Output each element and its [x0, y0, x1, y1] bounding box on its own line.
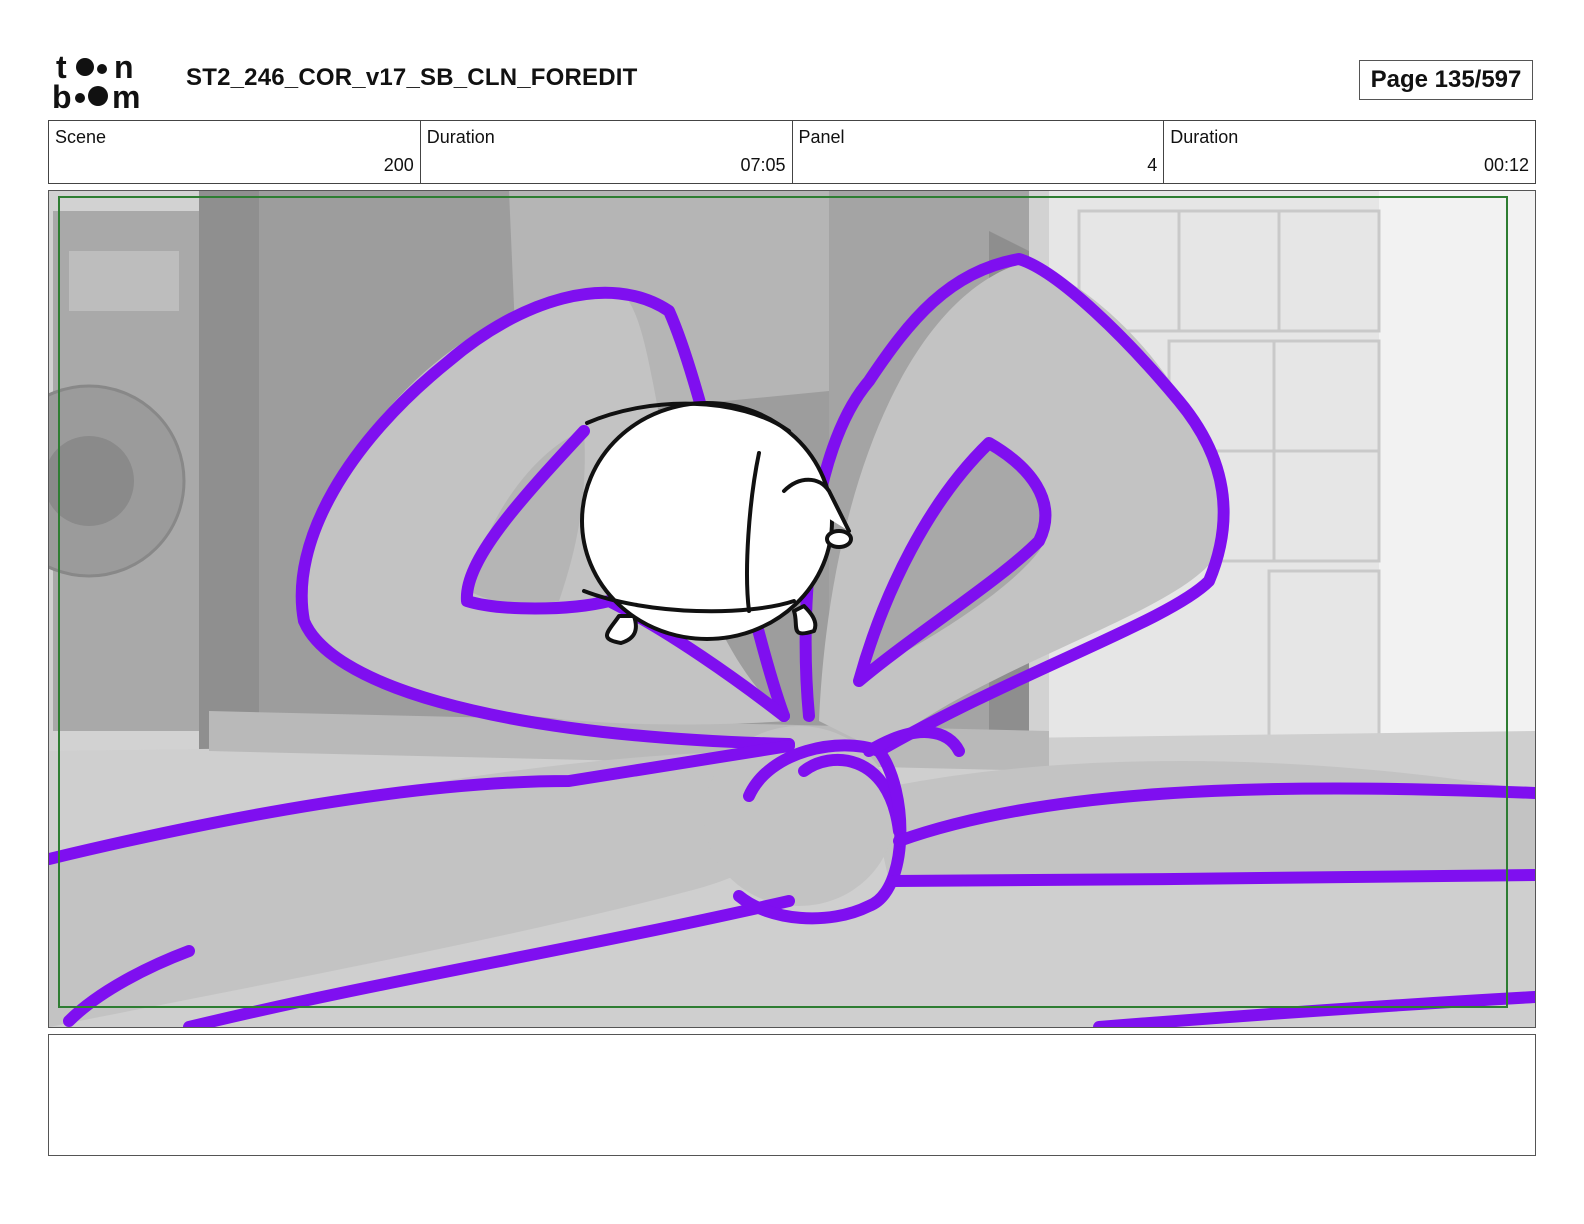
scene-label: Scene: [55, 127, 107, 147]
panel-value: 4: [1147, 155, 1158, 175]
scene-cell: Scene 200: [49, 121, 420, 183]
storyboard-panel: [48, 190, 1536, 1028]
panel-drawing: [49, 191, 1535, 1027]
scene-duration-cell: Duration 07:05: [419, 121, 792, 183]
panel-notes: [48, 1034, 1536, 1156]
panel-duration-label: Duration: [1170, 127, 1239, 147]
svg-text:b: b: [52, 79, 72, 112]
panel-duration-cell: Duration 00:12: [1163, 121, 1535, 183]
svg-text:m: m: [112, 79, 140, 112]
document-title: ST2_246_COR_v17_SB_CLN_FOREDIT: [186, 64, 638, 91]
panel-cell: Panel 4: [791, 121, 1164, 183]
toon-boom-logo: t n b m: [52, 50, 140, 112]
panel-label: Panel: [798, 127, 845, 147]
panel-duration-value: 00:12: [1483, 155, 1529, 175]
page-indicator: Page 135/597: [1359, 60, 1533, 100]
scene-info-table: Scene 200 Duration 07:05 Panel 4 Duratio…: [48, 120, 1536, 184]
scene-value: 200: [383, 155, 414, 175]
scene-duration-label: Duration: [426, 127, 495, 147]
scene-duration-value: 07:05: [740, 155, 786, 175]
